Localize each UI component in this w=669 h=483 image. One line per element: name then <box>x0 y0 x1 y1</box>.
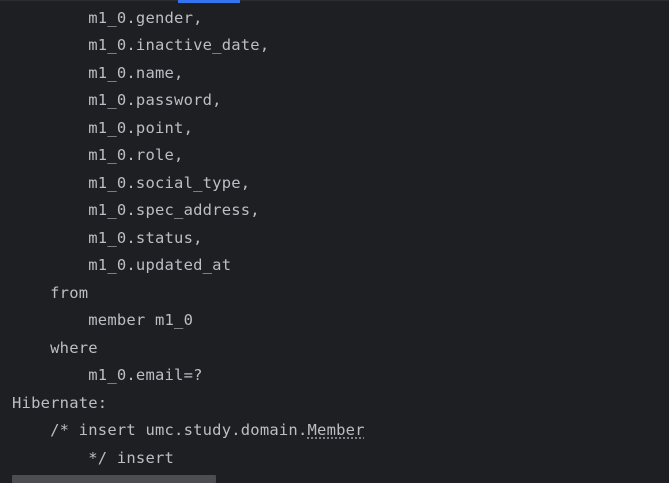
console-line: m1_0.status, <box>12 229 203 247</box>
console-line: m1_0.spec_address, <box>12 201 260 219</box>
console-line: m1_0.inactive_date, <box>12 36 270 54</box>
console-output-panel[interactable]: m1_0.gender, m1_0.inactive_date, m1_0.na… <box>0 0 669 483</box>
console-line: m1_0.updated_at <box>12 256 232 274</box>
console-line: m1_0.point, <box>12 119 194 137</box>
console-line: where <box>12 339 98 357</box>
entity-link-member[interactable]: Member <box>308 421 365 439</box>
console-line: from <box>12 284 89 302</box>
active-tab-indicator <box>178 0 240 3</box>
console-line: */ insert <box>12 449 175 467</box>
console-line-insert: /* insert umc.study.domain.Member <box>12 417 365 444</box>
horizontal-scrollbar-thumb[interactable] <box>12 475 216 483</box>
insert-comment-prefix: /* insert umc.study.domain. <box>12 421 308 439</box>
console-line: m1_0.email=? <box>12 366 203 384</box>
console-line: member m1_0 <box>12 311 194 329</box>
console-line: m1_0.password, <box>12 91 222 109</box>
console-line: m1_0.role, <box>12 146 184 164</box>
panel-top-border <box>0 0 669 1</box>
console-line: Hibernate: <box>12 394 117 412</box>
console-line: m1_0.name, <box>12 64 184 82</box>
console-line: m1_0.gender, <box>12 9 203 27</box>
console-line: m1_0.social_type, <box>12 174 251 192</box>
